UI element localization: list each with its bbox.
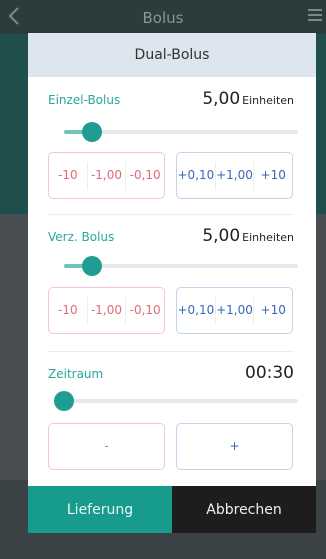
cancel-button[interactable]: Abbrechen bbox=[172, 486, 316, 533]
increment-1-button[interactable]: +1,00 bbox=[216, 152, 254, 199]
increment-10-button[interactable]: +10 bbox=[254, 152, 292, 199]
hamburger-icon[interactable] bbox=[308, 8, 322, 26]
minus-label: - bbox=[104, 439, 109, 453]
verz-bolus-decrement-group: -10 -1,00 -0,10 bbox=[48, 287, 165, 334]
increment-10-button[interactable]: +10 bbox=[254, 287, 292, 334]
verz-bolus-slider[interactable] bbox=[64, 256, 298, 276]
verz-bolus-value: 5,00 Einheiten bbox=[202, 226, 294, 246]
divider bbox=[48, 214, 294, 215]
plus-label: + bbox=[229, 439, 240, 453]
decrement-1-button[interactable]: -1,00 bbox=[88, 287, 126, 334]
zeitraum-increment-button[interactable]: + bbox=[176, 423, 293, 470]
deliver-button[interactable]: Lieferung bbox=[28, 486, 172, 533]
app-title: Bolus bbox=[142, 9, 184, 27]
einzel-bolus-label: Einzel-Bolus bbox=[48, 93, 121, 107]
zeitraum-buttons: - + bbox=[48, 423, 294, 470]
dialog-footer: Lieferung Abbrechen bbox=[28, 486, 316, 533]
slider-thumb[interactable] bbox=[82, 122, 103, 142]
slider-thumb[interactable] bbox=[82, 256, 103, 276]
einzel-bolus-unit: Einheiten bbox=[242, 94, 294, 107]
app-header: Bolus bbox=[0, 0, 326, 34]
decrement-10-button[interactable]: -10 bbox=[49, 287, 87, 334]
einzel-bolus-decrement-group: -10 -1,00 -0,10 bbox=[48, 152, 165, 199]
einzel-bolus-increment-group: +0,10 +1,00 +10 bbox=[176, 152, 293, 199]
decrement-1-button[interactable]: -1,00 bbox=[88, 152, 126, 199]
verz-bolus-amount: 5,00 bbox=[202, 226, 241, 246]
decrement-0-1-button[interactable]: -0,10 bbox=[126, 287, 164, 334]
dialog-title: Dual-Bolus bbox=[28, 33, 316, 77]
zeitraum-value: 00:30 bbox=[245, 363, 294, 383]
verz-bolus-label: Verz. Bolus bbox=[48, 230, 115, 244]
divider bbox=[48, 351, 294, 352]
increment-0-1-button[interactable]: +0,10 bbox=[177, 152, 215, 199]
verz-bolus-increment-group: +0,10 +1,00 +10 bbox=[176, 287, 293, 334]
einzel-bolus-amount: 5,00 bbox=[202, 89, 241, 109]
decrement-10-button[interactable]: -10 bbox=[49, 152, 87, 199]
einzel-bolus-slider[interactable] bbox=[64, 122, 298, 142]
einzel-bolus-buttons: -10 -1,00 -0,10 +0,10 +1,00 +10 bbox=[48, 152, 294, 199]
verz-bolus-buttons: -10 -1,00 -0,10 +0,10 +1,00 +10 bbox=[48, 287, 294, 334]
zeitraum-decrement-button[interactable]: - bbox=[48, 423, 165, 470]
increment-0-1-button[interactable]: +0,10 bbox=[177, 287, 215, 334]
zeitraum-label: Zeitraum bbox=[48, 367, 104, 381]
increment-1-button[interactable]: +1,00 bbox=[216, 287, 254, 334]
verz-bolus-unit: Einheiten bbox=[242, 231, 294, 244]
einzel-bolus-value: 5,00 Einheiten bbox=[202, 89, 294, 109]
decrement-0-1-button[interactable]: -0,10 bbox=[126, 152, 164, 199]
slider-thumb[interactable] bbox=[54, 391, 74, 411]
dual-bolus-dialog: Dual-Bolus Einzel-Bolus 5,00 Einheiten -1… bbox=[28, 33, 316, 533]
zeitraum-slider[interactable] bbox=[54, 391, 298, 411]
